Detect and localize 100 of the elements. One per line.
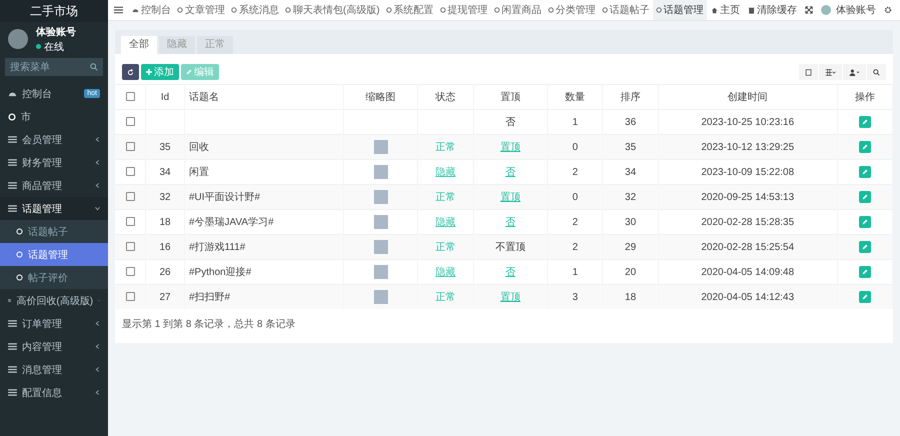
status-text: 正常 [436,242,456,253]
circle-icon [548,7,554,13]
table-cell: 2020-02-28 15:28:35 [701,216,794,228]
checkbox[interactable] [126,92,134,102]
table-cell: 32 [159,192,171,202]
checkbox[interactable] [126,167,134,176]
circle-icon [16,228,23,235]
table-cell: 1 [572,266,578,278]
edit-button[interactable] [858,241,871,253]
menu-item[interactable]: 市 [0,105,108,128]
checkbox[interactable] [126,192,134,202]
table-cell: 18 [624,292,636,302]
status-text: 正常 [436,192,456,203]
table-cell: 2020-02-28 15:25:54 [701,242,794,252]
nav-tab[interactable]: 聊天表情包(高级版) [282,0,383,20]
menu-item[interactable]: 商品管理 [0,174,108,197]
edit-button[interactable] [858,116,871,128]
checkbox[interactable] [126,242,134,252]
search-field[interactable]: 搜索菜单 [5,58,103,76]
circle-icon [285,7,291,13]
checkbox[interactable] [126,142,134,152]
nav-tab[interactable]: 控制台 [129,0,174,20]
table-cell: 3 [572,292,578,302]
table-cell: 0 [572,142,578,152]
export-button[interactable] [799,64,818,80]
list-icon [8,366,17,373]
edit-button[interactable] [858,291,871,303]
edit-button[interactable] [858,216,871,228]
nav-tab[interactable]: 话题帖子 [598,0,653,20]
settings-icon[interactable] [884,6,892,14]
table-cell: #扫扫野# [189,292,230,303]
menu-item[interactable]: 内容管理 [0,335,108,358]
pagination-info: 显示第 1 到第 8 条记录，总共 8 条记录 [121,318,296,332]
table-cell: 2023-10-25 10:23:16 [701,116,794,128]
table-cell: 2 [572,242,578,252]
menu-item[interactable]: 话题管理 [0,197,108,220]
table-cell: 0 [572,192,578,202]
list-icon [8,389,17,396]
table-cell: 29 [624,242,636,252]
account-link[interactable]: 体验账号 [821,3,876,17]
nav-tab[interactable]: 系统消息 [228,0,282,20]
nav-tab[interactable]: 文章管理 [174,0,228,20]
nav-tab[interactable]: 话题管理 [652,0,707,20]
circle-icon [16,251,23,258]
table-cell: 2 [572,166,578,178]
table-cell: 2023-10-12 13:29:25 [701,142,794,152]
submenu-item[interactable]: 话题帖子 [0,220,108,243]
filter-tab[interactable]: 全部 [121,36,157,54]
table-cell: 20 [624,266,636,278]
menu-item[interactable]: 财务管理 [0,151,108,174]
submenu-item[interactable]: 帖子评价 [0,266,108,289]
circle-icon [177,7,183,13]
home-icon [711,6,718,14]
status-text: 隐藏 [436,267,456,278]
table-cell: 回收 [189,142,209,153]
circle-icon [386,7,392,13]
columns-button[interactable] [819,64,842,80]
checkbox[interactable] [126,267,134,276]
checkbox[interactable] [126,292,134,302]
table-cell: 36 [624,116,636,128]
avatar [8,29,28,49]
table-cell: 16 [159,242,171,252]
submenu-item[interactable]: 话题管理 [0,243,108,266]
edit-button[interactable] [858,266,871,278]
document-icon [805,68,812,76]
fullscreen-icon[interactable] [805,6,813,14]
table-cell: #UI平面设计野# [189,192,260,203]
checkbox[interactable] [126,217,134,226]
checkbox[interactable] [126,117,134,126]
pencil-icon [862,269,868,275]
clear-cache-link[interactable]: 清除缓存 [748,3,797,17]
menu-item[interactable]: 会员管理 [0,128,108,151]
online-status: 在线 [36,40,76,54]
refresh-button[interactable] [122,64,139,80]
edit-button[interactable] [858,191,871,203]
status-text: 隐藏 [436,217,456,228]
chevron-icon [95,183,100,188]
nav-tab[interactable]: 系统配置 [382,0,437,20]
menu-item[interactable]: 高价回收(高级版) [0,289,108,312]
table-cell: 18 [159,216,171,228]
user-name: 体验账号 [36,26,76,38]
table-cell: 32 [624,192,636,202]
column-header: 话题名 [189,92,219,103]
menu-icon[interactable] [114,6,123,14]
menu-item[interactable]: 订单管理 [0,312,108,335]
edit-button[interactable] [858,166,871,178]
pencil-icon [186,69,192,75]
menu-item[interactable]: 消息管理 [0,358,108,381]
table-cell: #打游戏111# [189,242,246,253]
column-header: 置顶 [500,92,520,103]
nav-tab[interactable]: 分类管理 [544,0,599,20]
nav-tab[interactable]: 闲置商品 [490,0,545,20]
menu-item[interactable]: 配置信息 [0,381,108,404]
search-button[interactable] [867,64,886,80]
edit-button[interactable] [858,141,871,153]
nav-tab[interactable]: 提现管理 [436,0,491,20]
user-filter-button[interactable] [843,64,866,80]
pencil-icon [862,294,868,300]
home-link[interactable]: 主页 [711,3,740,17]
status-text: 正常 [436,142,456,153]
